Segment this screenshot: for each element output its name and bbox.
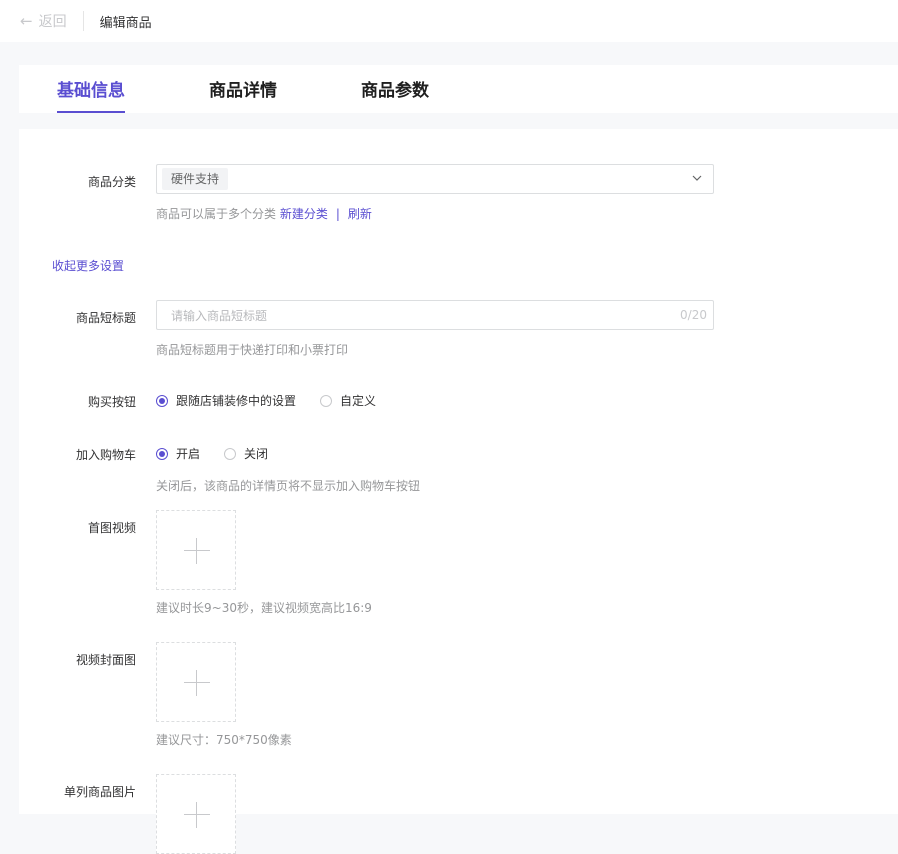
video-cover-upload[interactable]: [156, 642, 236, 722]
tab-product-params[interactable]: 商品参数: [361, 65, 429, 113]
arrow-left-icon: ←: [20, 11, 33, 30]
video-cover-help: 建议尺寸：750*750像素: [156, 733, 292, 747]
single-image-upload[interactable]: [156, 774, 236, 854]
radio-dot: [224, 447, 237, 460]
main-video-row: 首图视频 建议时长9~30秒，建议视频宽高比16:9: [19, 510, 898, 615]
single-image-label: 单列商品图片: [63, 785, 136, 799]
new-category-link[interactable]: 新建分类: [280, 207, 328, 221]
tab-basic-info[interactable]: 基础信息: [57, 65, 125, 113]
single-image-row: 单列商品图片: [19, 774, 898, 854]
short-title-input[interactable]: [169, 301, 673, 331]
radio-follow-store[interactable]: 跟随店铺装修中的设置: [156, 392, 296, 409]
plus-icon-vertical: [196, 670, 197, 696]
category-label: 商品分类: [87, 175, 136, 189]
category-row: 商品分类 硬件支持 商品可以属于多个分类 新建分类 | 刷新: [19, 164, 898, 221]
short-title-help: 商品短标题用于快递打印和小票打印: [156, 343, 349, 357]
radio-disable[interactable]: 关闭: [224, 445, 268, 462]
back-button[interactable]: ← 返回: [20, 11, 67, 31]
breadcrumb-divider: [82, 11, 84, 31]
radio-label: 关闭: [244, 447, 269, 461]
plus-icon-vertical: [196, 538, 197, 564]
radio-dot: [320, 394, 333, 407]
top-bar: ← 返回 编辑商品: [0, 0, 898, 42]
radio-label: 跟随店铺装修中的设置: [176, 394, 297, 408]
radio-dot: [156, 447, 168, 460]
short-title-label: 商品短标题: [75, 311, 136, 325]
category-help-text: 商品可以属于多个分类: [156, 207, 277, 221]
add-to-cart-radio-group: 开启 关闭: [156, 445, 292, 462]
plus-icon: [184, 550, 210, 551]
page-title: 编辑商品: [99, 15, 152, 31]
back-label: 返回: [38, 14, 67, 30]
buy-button-label: 购买按钮: [87, 395, 136, 409]
tab-bar: 基础信息 商品详情 商品参数: [19, 65, 898, 113]
chevron-down-icon: [692, 175, 702, 181]
short-title-row: 商品短标题 0/20 商品短标题用于快递打印和小票打印: [19, 300, 898, 357]
plus-icon: [184, 814, 210, 815]
refresh-link[interactable]: 刷新: [348, 207, 372, 221]
short-title-field[interactable]: 0/20: [156, 300, 714, 331]
radio-dot: [156, 394, 168, 407]
buy-button-radio-group: 跟随店铺装修中的设置 自定义: [156, 392, 400, 409]
category-tag: 硬件支持: [162, 168, 229, 190]
link-separator: |: [335, 207, 340, 221]
category-help: 商品可以属于多个分类 新建分类 | 刷新: [156, 205, 372, 222]
add-to-cart-label: 加入购物车: [75, 448, 136, 462]
video-cover-row: 视频封面图 建议尺寸：750*750像素: [19, 642, 898, 747]
plus-icon-vertical: [196, 802, 197, 828]
radio-label: 自定义: [340, 394, 377, 408]
main-video-label: 首图视频: [87, 521, 136, 535]
form-panel: 商品分类 硬件支持 商品可以属于多个分类 新建分类 | 刷新 收起更多设置 商品短标…: [19, 129, 898, 854]
main-video-help: 建议时长9~30秒，建议视频宽高比16:9: [156, 601, 372, 615]
category-select[interactable]: 硬件支持: [156, 164, 714, 194]
char-counter: 0/20: [680, 308, 707, 322]
collapse-settings-link[interactable]: 收起更多设置: [52, 257, 124, 274]
video-cover-label: 视频封面图: [75, 653, 136, 667]
add-to-cart-help: 关闭后，该商品的详情页将不显示加入购物车按钮: [156, 479, 421, 493]
radio-custom[interactable]: 自定义: [320, 392, 376, 409]
radio-enable[interactable]: 开启: [156, 445, 200, 462]
tab-product-details[interactable]: 商品详情: [209, 65, 277, 113]
plus-icon: [184, 682, 210, 683]
main-video-upload[interactable]: [156, 510, 236, 590]
radio-label: 开启: [176, 447, 201, 461]
